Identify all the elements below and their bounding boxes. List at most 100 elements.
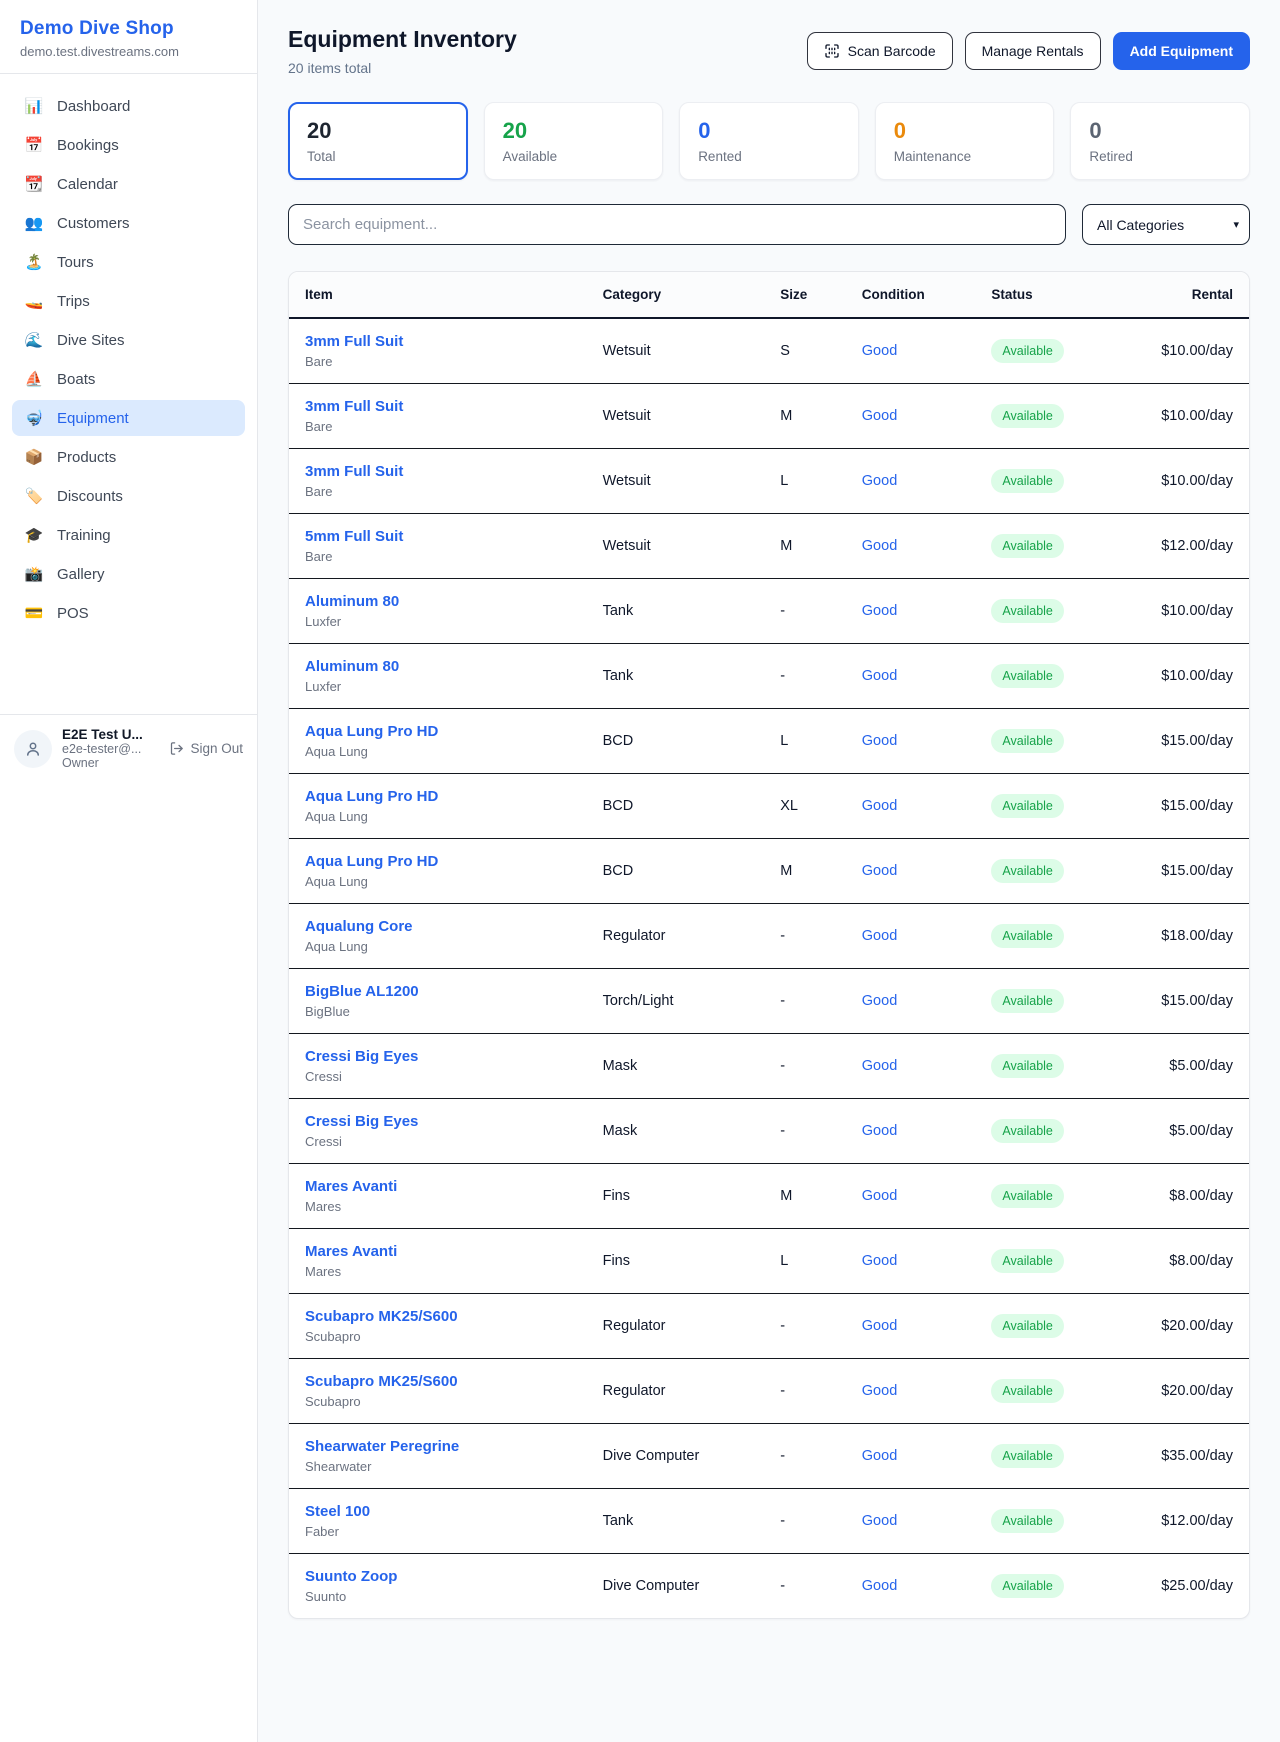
item-condition-link[interactable]: Good xyxy=(846,904,976,969)
sidebar-item-dashboard[interactable]: 📊 Dashboard xyxy=(12,88,245,124)
item-condition-link[interactable]: Good xyxy=(846,969,976,1034)
item-condition-link[interactable]: Good xyxy=(846,1294,976,1359)
nav-item-icon: 👥 xyxy=(24,214,44,232)
item-name-link[interactable]: Aqualung Core xyxy=(305,918,571,935)
category-select[interactable]: All Categories xyxy=(1082,204,1250,245)
item-rental-rate: $5.00/day xyxy=(1119,1034,1249,1099)
nav-item-label: Tours xyxy=(57,254,94,271)
item-condition-link[interactable]: Good xyxy=(846,1489,976,1554)
item-name-link[interactable]: Aluminum 80 xyxy=(305,658,571,675)
item-name-link[interactable]: Scubapro MK25/S600 xyxy=(305,1308,571,1325)
item-condition-link[interactable]: Good xyxy=(846,1359,976,1424)
item-size: - xyxy=(764,1489,846,1554)
item-condition-link[interactable]: Good xyxy=(846,1424,976,1489)
item-category: Dive Computer xyxy=(587,1554,765,1619)
item-brand: Luxfer xyxy=(305,679,571,694)
sidebar-item-pos[interactable]: 💳 POS xyxy=(12,595,245,631)
item-condition-link[interactable]: Good xyxy=(846,1554,976,1619)
item-name-link[interactable]: Steel 100 xyxy=(305,1503,571,1520)
item-rental-rate: $15.00/day xyxy=(1119,709,1249,774)
item-condition-link[interactable]: Good xyxy=(846,1034,976,1099)
page-header: Equipment Inventory 20 items total Scan … xyxy=(288,26,1250,76)
stat-card-retired[interactable]: 0 Retired xyxy=(1070,102,1250,180)
brand: Demo Dive Shop demo.test.divestreams.com xyxy=(0,0,257,73)
scan-barcode-button[interactable]: Scan Barcode xyxy=(807,32,953,70)
item-size: M xyxy=(764,1164,846,1229)
nav-item-icon: 📆 xyxy=(24,175,44,193)
table-row: 3mm Full Suit Bare Wetsuit S Good Availa… xyxy=(289,318,1249,384)
stat-card-total[interactable]: 20 Total xyxy=(288,102,468,180)
item-size: M xyxy=(764,839,846,904)
item-name-link[interactable]: 3mm Full Suit xyxy=(305,333,571,350)
item-condition-link[interactable]: Good xyxy=(846,384,976,449)
table-row: Mares Avanti Mares Fins L Good Available… xyxy=(289,1229,1249,1294)
sidebar-item-bookings[interactable]: 📅 Bookings xyxy=(12,127,245,163)
add-equipment-button[interactable]: Add Equipment xyxy=(1113,32,1250,70)
item-name-link[interactable]: 3mm Full Suit xyxy=(305,463,571,480)
item-size: - xyxy=(764,644,846,709)
nav-item-icon: 🏝️ xyxy=(24,253,44,271)
sidebar-item-boats[interactable]: ⛵ Boats xyxy=(12,361,245,397)
item-condition-link[interactable]: Good xyxy=(846,709,976,774)
item-category: Dive Computer xyxy=(587,1424,765,1489)
manage-rentals-button[interactable]: Manage Rentals xyxy=(965,32,1101,70)
item-size: S xyxy=(764,318,846,384)
item-condition-link[interactable]: Good xyxy=(846,318,976,384)
sidebar-item-calendar[interactable]: 📆 Calendar xyxy=(12,166,245,202)
sidebar-item-discounts[interactable]: 🏷️ Discounts xyxy=(12,478,245,514)
item-condition-link[interactable]: Good xyxy=(846,839,976,904)
stat-label: Available xyxy=(503,149,645,164)
sidebar-item-tours[interactable]: 🏝️ Tours xyxy=(12,244,245,280)
sign-out-button[interactable]: Sign Out xyxy=(169,741,243,756)
sign-out-icon xyxy=(169,741,184,756)
item-condition-link[interactable]: Good xyxy=(846,644,976,709)
item-condition-link[interactable]: Good xyxy=(846,579,976,644)
item-name-link[interactable]: Cressi Big Eyes xyxy=(305,1048,571,1065)
stat-card-rented[interactable]: 0 Rented xyxy=(679,102,859,180)
sidebar-item-training[interactable]: 🎓 Training xyxy=(12,517,245,553)
item-name-link[interactable]: Scubapro MK25/S600 xyxy=(305,1373,571,1390)
item-condition-link[interactable]: Good xyxy=(846,449,976,514)
item-name-link[interactable]: Cressi Big Eyes xyxy=(305,1113,571,1130)
item-name-link[interactable]: 5mm Full Suit xyxy=(305,528,571,545)
item-name-link[interactable]: Aqua Lung Pro HD xyxy=(305,788,571,805)
table-row: Aqualung Core Aqua Lung Regulator - Good… xyxy=(289,904,1249,969)
item-condition-link[interactable]: Good xyxy=(846,1099,976,1164)
search-input[interactable] xyxy=(288,204,1066,245)
equipment-table-card: Item Category Size Condition Status Rent… xyxy=(288,271,1250,1619)
filters-row: All Categories ▾ xyxy=(288,204,1250,245)
sidebar-item-equipment[interactable]: 🤿 Equipment xyxy=(12,400,245,436)
item-condition-link[interactable]: Good xyxy=(846,774,976,839)
item-condition-link[interactable]: Good xyxy=(846,514,976,579)
item-category: Wetsuit xyxy=(587,318,765,384)
item-rental-rate: $15.00/day xyxy=(1119,969,1249,1034)
item-name-link[interactable]: Suunto Zoop xyxy=(305,1568,571,1585)
nav-item-label: Trips xyxy=(57,293,90,310)
user-name: E2E Test U... xyxy=(62,727,159,742)
item-condition-link[interactable]: Good xyxy=(846,1229,976,1294)
item-name-link[interactable]: Aqua Lung Pro HD xyxy=(305,723,571,740)
sidebar-item-dive-sites[interactable]: 🌊 Dive Sites xyxy=(12,322,245,358)
item-rental-rate: $8.00/day xyxy=(1119,1164,1249,1229)
stat-card-maintenance[interactable]: 0 Maintenance xyxy=(875,102,1055,180)
item-name-link[interactable]: Mares Avanti xyxy=(305,1178,571,1195)
item-name-link[interactable]: 3mm Full Suit xyxy=(305,398,571,415)
item-name-link[interactable]: Mares Avanti xyxy=(305,1243,571,1260)
main-content: Equipment Inventory 20 items total Scan … xyxy=(258,0,1280,1619)
item-category: Tank xyxy=(587,644,765,709)
item-name-link[interactable]: Aqua Lung Pro HD xyxy=(305,853,571,870)
item-rental-rate: $15.00/day xyxy=(1119,774,1249,839)
item-name-link[interactable]: BigBlue AL1200 xyxy=(305,983,571,1000)
sidebar-item-gallery[interactable]: 📸 Gallery xyxy=(12,556,245,592)
nav-item-label: Dive Sites xyxy=(57,332,125,349)
item-brand: Mares xyxy=(305,1199,571,1214)
item-condition-link[interactable]: Good xyxy=(846,1164,976,1229)
status-badge: Available xyxy=(991,924,1064,948)
sidebar-item-products[interactable]: 📦 Products xyxy=(12,439,245,475)
item-name-link[interactable]: Aluminum 80 xyxy=(305,593,571,610)
sidebar-item-customers[interactable]: 👥 Customers xyxy=(12,205,245,241)
item-name-link[interactable]: Shearwater Peregrine xyxy=(305,1438,571,1455)
sidebar-item-trips[interactable]: 🚤 Trips xyxy=(12,283,245,319)
stat-card-available[interactable]: 20 Available xyxy=(484,102,664,180)
column-header-size: Size xyxy=(764,272,846,318)
